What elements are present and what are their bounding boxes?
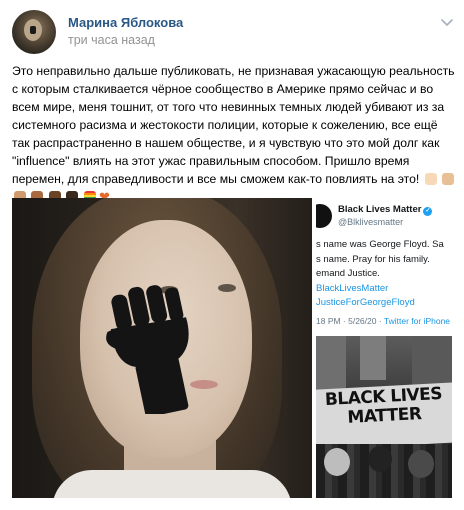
photo-shirt	[52, 470, 292, 498]
tweet-account-name: Black Lives Matter ✓	[338, 204, 433, 216]
post-avatar[interactable]	[12, 10, 56, 54]
tweet-handle: @Blklivesmatter	[338, 217, 404, 227]
protester-head	[324, 448, 350, 476]
post-photo-girl-with-fist[interactable]	[12, 198, 312, 498]
tweet-meta-source: Twitter for iPhone	[383, 316, 451, 326]
chevron-down-icon[interactable]	[440, 15, 454, 29]
tweet-avatar	[316, 204, 332, 228]
avatar-fist-mark	[30, 26, 36, 34]
raised-fist-medium-light-icon	[442, 173, 455, 185]
protester-head	[408, 450, 434, 478]
tweet-screenshot[interactable]: Black Lives Matter ✓ @Blklivesmatter s na…	[316, 198, 452, 332]
photo-building	[412, 336, 452, 388]
tweet-line-3: emand Justice.	[316, 268, 380, 279]
post-text: Это неправильно дальше публиковать, не п…	[12, 64, 455, 186]
post-author-name[interactable]: Марина Яблокова	[68, 15, 183, 30]
tweet-line-2: s name. Pray for his family.	[316, 253, 430, 265]
protest-sign-text: BLACK LIVES MATTER	[316, 384, 452, 429]
photo-eye-right	[218, 284, 236, 292]
tweet-account-name-text: Black Lives Matter	[338, 204, 422, 215]
protester-head	[368, 446, 392, 472]
photo-building	[360, 336, 386, 380]
tweet-line-1: s name was George Floyd. Sa	[316, 239, 444, 250]
tweet-meta-time: 18 PM · 5/26/20 ·	[316, 316, 384, 326]
tweet-meta: 18 PM · 5/26/20 · Twitter for iPhone	[316, 316, 450, 326]
post-timestamp[interactable]: три часа назад	[68, 33, 155, 47]
photo-building	[316, 336, 346, 396]
tweet-hashtag-1: BlackLivesMatter	[316, 282, 389, 294]
verified-badge-icon: ✓	[423, 207, 433, 216]
tweet-body: s name was George Floyd. Sa s name. Pray…	[316, 238, 452, 311]
raised-fist-light-icon	[424, 173, 437, 185]
raised-fist-paint-icon	[106, 285, 189, 414]
post-photo-protest[interactable]: BLACK LIVES MATTER	[316, 336, 452, 498]
tweet-hashtag-2: JusticeForGeorgeFloyd	[316, 297, 415, 308]
